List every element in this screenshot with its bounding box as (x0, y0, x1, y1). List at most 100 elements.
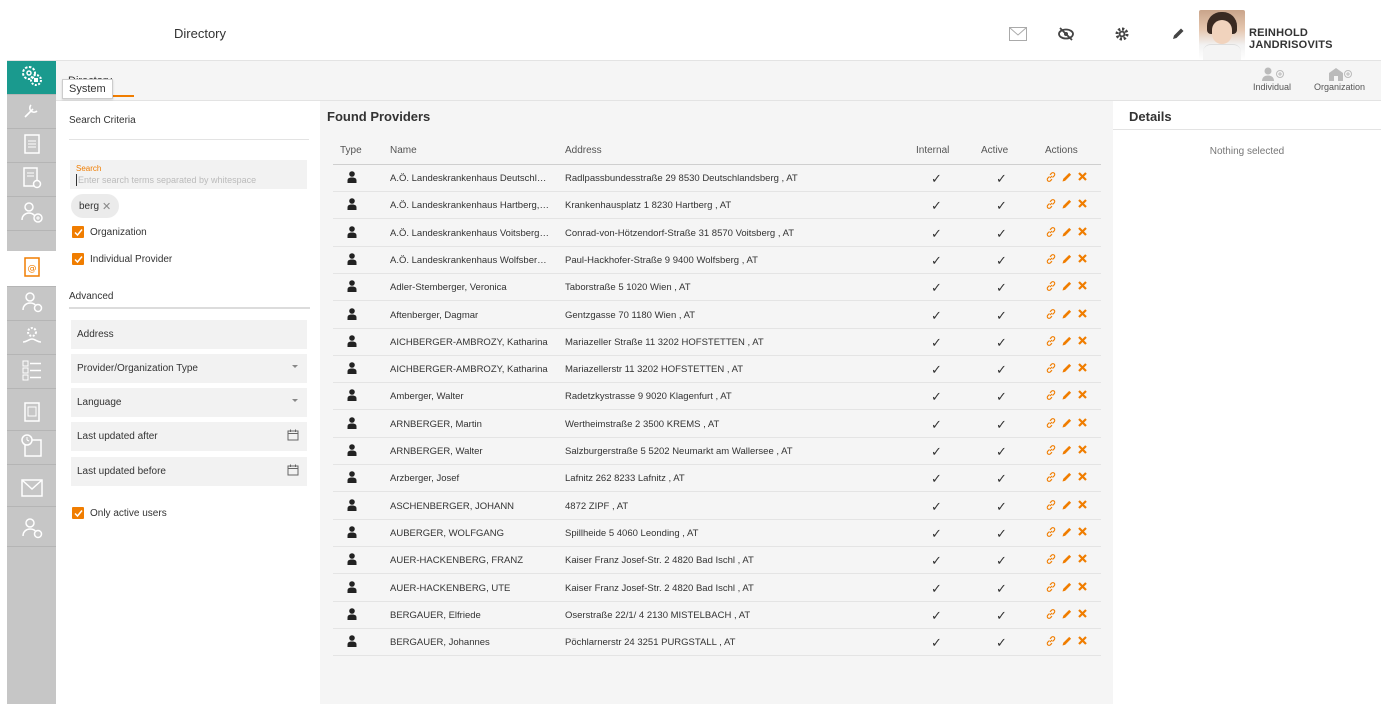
link-icon[interactable] (1045, 335, 1057, 350)
delete-icon[interactable] (1077, 608, 1088, 623)
link-icon[interactable] (1045, 471, 1057, 486)
table-row[interactable]: A.Ö. Landeskrankenhaus Voitsberg, n... Co… (333, 220, 1101, 247)
delete-icon[interactable] (1077, 171, 1088, 186)
table-row[interactable]: BERGAUER, Johannes Pöchlarnerstr 24 3251 … (333, 629, 1101, 657)
table-row[interactable]: ARNBERGER, Walter Salzburgerstraße 5 5202… (333, 438, 1101, 465)
delete-icon[interactable] (1077, 471, 1088, 486)
nav-contact-card[interactable] (7, 397, 56, 431)
edit-pencil-icon[interactable] (1061, 499, 1073, 514)
avatar[interactable] (1199, 10, 1245, 60)
updated-after-field[interactable]: Last updated after (71, 422, 307, 451)
delete-icon[interactable] (1077, 499, 1088, 514)
nav-directory[interactable]: @ (7, 251, 56, 287)
edit-pencil-icon[interactable] (1061, 417, 1073, 432)
delete-icon[interactable] (1077, 198, 1088, 213)
table-row[interactable]: AICHBERGER-AMBROZY, Katharina Mariazeller… (333, 329, 1101, 356)
hide-eye-icon[interactable] (1055, 23, 1077, 45)
table-row[interactable]: AUER-HACKENBERG, UTE Kaiser Franz Josef-S… (333, 575, 1101, 602)
edit-pencil-icon[interactable] (1061, 471, 1073, 486)
edit-pencil-icon[interactable] (1061, 526, 1073, 541)
language-select[interactable]: Language (71, 388, 307, 417)
organization-checkbox[interactable]: Organization (72, 226, 147, 238)
table-row[interactable]: Amberger, Walter Radetzkystrasse 9 9020 K… (333, 383, 1101, 411)
link-icon[interactable] (1045, 362, 1057, 377)
nav-system[interactable] (7, 61, 56, 95)
edit-pencil-icon[interactable] (1061, 226, 1073, 241)
col-name[interactable]: Name (390, 145, 417, 156)
calendar-icon[interactable] (287, 464, 299, 479)
link-icon[interactable] (1045, 417, 1057, 432)
link-icon[interactable] (1045, 389, 1057, 404)
table-row[interactable]: ASCHENBERGER, JOHANN 4872 ZIPF , AT ✓ ✓ (333, 493, 1101, 520)
nav-wrench[interactable] (7, 95, 56, 129)
nav-checklist[interactable] (7, 355, 56, 389)
delete-icon[interactable] (1077, 362, 1088, 377)
table-row[interactable]: A.Ö. Landeskrankenhaus Hartberg, null Kra… (333, 192, 1101, 220)
edit-pencil-icon[interactable] (1061, 308, 1073, 323)
link-icon[interactable] (1045, 171, 1057, 186)
nav-user-settings[interactable] (7, 287, 56, 321)
table-row[interactable]: A.Ö. Landeskrankenhaus Deutschlan... Radl… (333, 165, 1101, 192)
add-individual-button[interactable]: Individual (1253, 66, 1291, 92)
link-icon[interactable] (1045, 198, 1057, 213)
link-icon[interactable] (1045, 253, 1057, 268)
delete-icon[interactable] (1077, 226, 1088, 241)
delete-icon[interactable] (1077, 335, 1088, 350)
checkbox-checked-icon[interactable] (72, 507, 84, 519)
nav-doc-settings[interactable] (7, 163, 56, 197)
edit-pencil-icon[interactable] (1061, 253, 1073, 268)
individual-provider-checkbox[interactable]: Individual Provider (72, 253, 172, 265)
search-term-chip[interactable]: berg ✕ (71, 194, 120, 218)
edit-pencil-icon[interactable] (1061, 553, 1073, 568)
link-icon[interactable] (1045, 499, 1057, 514)
nav-service[interactable] (7, 321, 56, 355)
edit-pencil-icon[interactable] (1061, 608, 1073, 623)
col-type[interactable]: Type (340, 145, 362, 156)
table-row[interactable]: Arzberger, Josef Lafnitz 262 8233 Lafnitz… (333, 465, 1101, 493)
edit-pencil-icon[interactable] (1061, 581, 1073, 596)
search-input[interactable] (76, 174, 301, 186)
link-icon[interactable] (1045, 581, 1057, 596)
link-icon[interactable] (1045, 226, 1057, 241)
col-internal[interactable]: Internal (916, 145, 949, 156)
nav-document[interactable] (7, 129, 56, 163)
edit-pencil-icon[interactable] (1061, 198, 1073, 213)
edit-pencil-icon[interactable] (1061, 635, 1073, 650)
link-icon[interactable] (1045, 553, 1057, 568)
delete-icon[interactable] (1077, 581, 1088, 596)
table-row[interactable]: Aftenberger, Dagmar Gentzgasse 70 1180 Wi… (333, 302, 1101, 329)
checkbox-checked-icon[interactable] (72, 226, 84, 238)
pencil-icon[interactable] (1167, 23, 1189, 45)
edit-pencil-icon[interactable] (1061, 389, 1073, 404)
mail-icon[interactable] (1007, 23, 1029, 45)
edit-pencil-icon[interactable] (1061, 171, 1073, 186)
add-organization-button[interactable]: Organization (1314, 66, 1365, 92)
delete-icon[interactable] (1077, 526, 1088, 541)
delete-icon[interactable] (1077, 417, 1088, 432)
link-icon[interactable] (1045, 308, 1057, 323)
col-active[interactable]: Active (981, 145, 1008, 156)
link-icon[interactable] (1045, 280, 1057, 295)
link-icon[interactable] (1045, 526, 1057, 541)
link-icon[interactable] (1045, 608, 1057, 623)
link-icon[interactable] (1045, 635, 1057, 650)
delete-icon[interactable] (1077, 308, 1088, 323)
advanced-header[interactable]: Advanced (69, 291, 113, 302)
nav-user-admin[interactable] (7, 513, 56, 547)
remove-chip-icon[interactable]: ✕ (102, 200, 111, 213)
table-row[interactable]: AUBERGER, WOLFGANG Spillheide 5 4060 Leon… (333, 520, 1101, 547)
edit-pencil-icon[interactable] (1061, 280, 1073, 295)
only-active-checkbox[interactable]: Only active users (72, 507, 167, 519)
delete-icon[interactable] (1077, 253, 1088, 268)
delete-icon[interactable] (1077, 280, 1088, 295)
calendar-icon[interactable] (287, 429, 299, 444)
table-row[interactable]: A.Ö. Landeskrankenhaus Wolfsberg, ... Pau… (333, 247, 1101, 274)
nav-calendar-clock[interactable] (7, 431, 56, 465)
delete-icon[interactable] (1077, 389, 1088, 404)
edit-pencil-icon[interactable] (1061, 335, 1073, 350)
search-field[interactable]: Search (70, 160, 307, 189)
address-field[interactable]: Address (71, 320, 307, 349)
table-row[interactable]: AUER-HACKENBERG, FRANZ Kaiser Franz Josef… (333, 547, 1101, 575)
table-row[interactable]: BERGAUER, Elfriede Oserstraße 22/1/ 4 213… (333, 602, 1101, 629)
gear-icon[interactable] (1111, 23, 1133, 45)
